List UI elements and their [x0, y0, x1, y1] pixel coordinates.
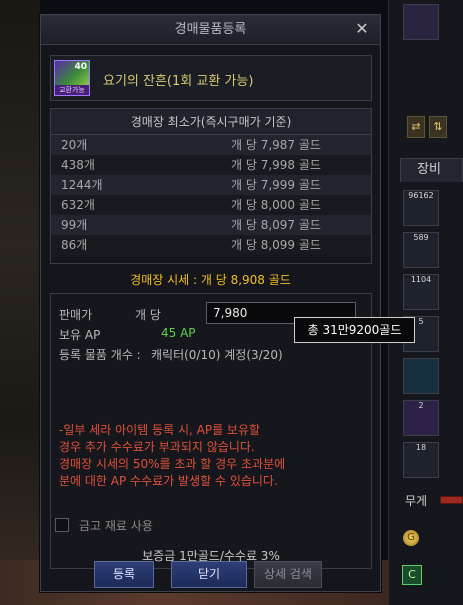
- row-quantity: 632개: [61, 198, 95, 212]
- detail-search-button[interactable]: 상세 검색: [254, 561, 322, 588]
- table-row: 632개 개 당 8,000 골드: [51, 195, 371, 215]
- register-button[interactable]: 등록: [94, 561, 154, 588]
- row-quantity: 86개: [61, 238, 88, 252]
- tab-equipment[interactable]: 장비: [400, 158, 463, 182]
- registered-count-value: 캐릭터(0/10) 계정(3/20): [151, 348, 283, 362]
- vault-material-label: 금고 재료 사용: [79, 519, 153, 533]
- table-row: 86개 개 당 8,099 골드: [51, 235, 371, 255]
- row-price: 개 당 8,000 골드: [231, 198, 321, 212]
- warning-line: -일부 세라 아이템 등록 시, AP를 보유할: [59, 423, 261, 437]
- weight-label: 무게: [405, 494, 428, 508]
- tradeable-tag: 교환가능: [55, 85, 89, 95]
- vault-material-checkbox[interactable]: [55, 518, 69, 532]
- inventory-slot[interactable]: 1104: [403, 274, 439, 310]
- row-quantity: 1244개: [61, 178, 103, 192]
- row-price: 개 당 7,999 골드: [231, 178, 321, 192]
- gold-coin-icon: G: [403, 530, 419, 546]
- market-price-text: 경매장 시세 : 개 당 8,908 골드: [130, 273, 291, 287]
- row-price: 개 당 8,099 골드: [231, 238, 321, 252]
- ap-value: 45 AP: [161, 326, 196, 340]
- dialog-title: 경매물품등록: [174, 22, 247, 37]
- close-button[interactable]: 닫기: [171, 561, 247, 588]
- warning-line: 분에 대한 AP 수수료가 발생할 수 있습니다.: [59, 474, 278, 488]
- background-scene-left: [0, 0, 40, 605]
- inventory-slot[interactable]: [403, 358, 439, 394]
- ap-label: 보유 AP: [59, 328, 101, 342]
- total-price-tooltip: 총 31만9200골드: [294, 317, 415, 343]
- item-row: 40 교환가능 요기의 잔흔(1회 교환 가능): [50, 55, 372, 101]
- inventory-slot[interactable]: 18: [403, 442, 439, 478]
- sell-price-label: 판매가: [59, 308, 93, 322]
- min-price-table: 경매장 최소가(즉시구매가 기준) 20개 개 당 7,987 골드 438개 …: [50, 108, 372, 264]
- row-quantity: 20개: [61, 138, 88, 152]
- item-count: 40: [74, 62, 87, 72]
- table-row: 20개 개 당 7,987 골드: [51, 135, 371, 155]
- auction-register-dialog: 경매물품등록 ✕ 40 교환가능 요기의 잔흔(1회 교환 가능) 경매장 최소…: [40, 14, 381, 592]
- inventory-sort-button[interactable]: ⇄: [407, 116, 425, 138]
- row-quantity: 438개: [61, 158, 95, 172]
- table-row: 1244개 개 당 7,999 골드: [51, 175, 371, 195]
- warning-line: 경매장 시세의 50%를 초과 할 경우 초과분에: [59, 457, 286, 471]
- row-price: 개 당 7,987 골드: [231, 138, 321, 152]
- dialog-titlebar[interactable]: 경매물품등록 ✕: [41, 15, 380, 45]
- fee-warning: -일부 세라 아이템 등록 시, AP를 보유할 경우 추가 수수료가 부과되지…: [59, 422, 349, 490]
- warning-line: 경우 추가 수수료가 부과되지 않습니다.: [59, 440, 255, 454]
- inventory-slot[interactable]: 2: [403, 400, 439, 436]
- table-header: 경매장 최소가(즉시구매가 기준): [51, 109, 371, 135]
- unit-label: 개 당: [135, 308, 161, 322]
- row-quantity: 99개: [61, 218, 88, 232]
- table-row: 438개 개 당 7,998 골드: [51, 155, 371, 175]
- item-icon: 40 교환가능: [54, 60, 90, 96]
- inventory-panel: ⇄ ⇅ 96162 589 1104 5 2 18: [388, 0, 463, 605]
- row-price: 개 당 7,998 골드: [231, 158, 321, 172]
- cera-shop-button[interactable]: C: [402, 565, 422, 585]
- item-name: 요기의 잔흔(1회 교환 가능): [103, 74, 254, 89]
- table-row: 99개 개 당 8,097 골드: [51, 215, 371, 235]
- inventory-slot[interactable]: 96162: [403, 190, 439, 226]
- close-icon[interactable]: ✕: [354, 21, 370, 37]
- registered-count-label: 등록 물품 개수 :: [59, 348, 141, 362]
- row-price: 개 당 8,097 골드: [231, 218, 321, 232]
- inventory-filter-button[interactable]: ⇅: [429, 116, 447, 138]
- inventory-slot[interactable]: [403, 4, 439, 40]
- weight-bar: [440, 496, 463, 504]
- inventory-slot[interactable]: 589: [403, 232, 439, 268]
